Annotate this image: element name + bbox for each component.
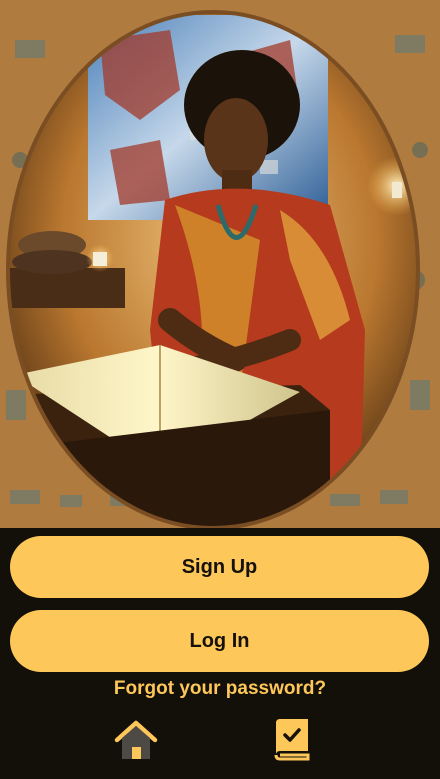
sign-up-button[interactable]: Sign Up	[10, 536, 429, 598]
hero-illustration	[0, 0, 440, 528]
bottom-nav	[0, 710, 440, 770]
nav-home[interactable]	[112, 716, 160, 764]
nav-tasks[interactable]	[267, 716, 315, 764]
forgot-password-link[interactable]: Forgot your password?	[0, 678, 440, 700]
reading-woman-illustration	[0, 0, 440, 528]
app-screen: Sign Up Log In Forgot your password?	[0, 0, 440, 779]
book-check-icon	[274, 719, 310, 761]
home-icon	[114, 720, 158, 759]
log-in-button[interactable]: Log In	[10, 610, 429, 672]
